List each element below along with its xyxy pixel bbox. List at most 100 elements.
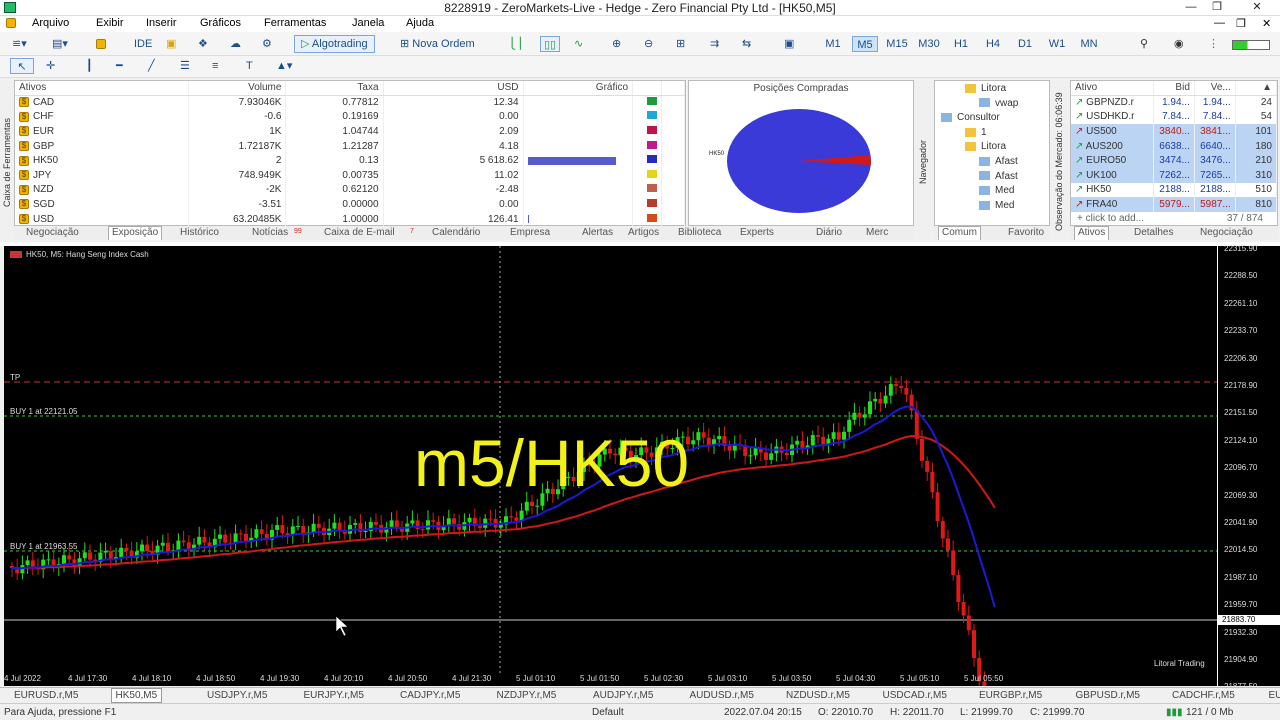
signal-icon[interactable]: ❖ — [198, 36, 208, 52]
navigator-item[interactable]: Med — [979, 185, 1014, 196]
tf-m5[interactable]: M5 — [852, 36, 878, 52]
toolbox-tab[interactable]: Negociação — [26, 227, 79, 238]
market-watch-row[interactable]: ↗ EURO50 3474... 3476... 210 — [1071, 153, 1278, 168]
exposure-row[interactable]: $ GBP 1.72187K 1.21287 4.18 — [15, 138, 685, 154]
mw-col-ask[interactable]: Ve... — [1194, 81, 1236, 96]
col-grafico[interactable]: Gráfico — [523, 81, 634, 96]
col-taxa[interactable]: Taxa — [285, 81, 384, 96]
market-watch-row[interactable]: ↗ AUS200 6638... 6640... 180 — [1071, 138, 1278, 154]
exposure-row[interactable]: $ USD 63.20485K 1.00000 126.41 — [15, 211, 685, 227]
tf-h4[interactable]: H4 — [980, 36, 1006, 52]
bar-chart-icon[interactable]: ⎩⎪ — [508, 36, 525, 52]
market-watch-row[interactable]: ↗ US500 3840... 3841... 101 — [1071, 124, 1278, 139]
menu-close-icon[interactable]: ✕ — [1262, 17, 1271, 30]
ide-button[interactable]: IDE — [134, 36, 152, 52]
toolbox-tab[interactable]: Calendário — [432, 227, 480, 238]
toolbox-tab[interactable]: Histórico — [180, 227, 219, 238]
account-icon[interactable]: ◉ — [1174, 36, 1184, 52]
toolbox-tab[interactable]: Empresa — [510, 227, 550, 238]
minimize-icon[interactable]: — — [1180, 0, 1202, 15]
menu-janela[interactable]: Janela — [352, 17, 384, 29]
chart-tab[interactable]: EURJPY.r,M5 — [304, 690, 364, 701]
mw-tab-detalhes[interactable]: Detalhes — [1134, 227, 1173, 238]
algotrading-button[interactable]: ▷ Algotrading — [294, 35, 375, 53]
tf-mn[interactable]: MN — [1076, 36, 1102, 52]
symbols-icon[interactable] — [96, 36, 110, 52]
chart-tab[interactable]: NZDJPY.r,M5 — [497, 690, 557, 701]
navigator-item[interactable]: Med — [979, 200, 1014, 211]
chart-tab[interactable]: HK50,M5 — [110, 688, 163, 703]
menu-ajuda[interactable]: Ajuda — [406, 17, 434, 29]
navigator-item[interactable]: Afast — [979, 156, 1018, 167]
col-usd[interactable]: USD — [383, 81, 524, 96]
nav-tab-favoritos[interactable]: Favorito — [1008, 227, 1044, 238]
menu-restore-icon[interactable]: ❐ — [1236, 17, 1246, 30]
chart-tab[interactable]: CADJPY.r,M5 — [400, 690, 460, 701]
menu-arquivo[interactable]: Arquivo — [32, 17, 69, 29]
navigator-item[interactable]: Consultor — [941, 112, 1000, 123]
toolbox-tab[interactable]: Diário — [816, 227, 842, 238]
mw-col-sort[interactable]: ▲ — [1235, 81, 1278, 96]
cursor-icon[interactable]: ↖ — [10, 58, 34, 74]
fibonacci-icon[interactable]: ≡ — [212, 58, 218, 74]
toolbox-tab[interactable]: Merc — [866, 227, 888, 238]
vps-icon[interactable]: ⚙ — [262, 36, 272, 52]
navigator-item[interactable]: vwap — [979, 98, 1018, 109]
mw-add-row[interactable]: + click to add... — [1077, 213, 1144, 224]
market-watch-row[interactable]: ↗ UK100 7262... 7265... 310 — [1071, 167, 1278, 183]
chart-tab[interactable]: NZDUSD.r,M5 — [786, 690, 850, 701]
candles-icon[interactable]: ▯▯ — [540, 36, 561, 52]
exposure-row[interactable]: $ CAD 7.93046K 0.77812 12.34 — [15, 95, 685, 110]
trendline-icon[interactable]: ╱ — [148, 58, 155, 74]
chart-tab[interactable]: AUDJPY.r,M5 — [593, 690, 653, 701]
menu-exibir[interactable]: Exibir — [96, 17, 124, 29]
chart-shift-icon[interactable]: ⇆ — [742, 36, 751, 52]
tf-m1[interactable]: M1 — [820, 36, 846, 52]
toolbox-tab[interactable]: Alertas — [582, 227, 613, 238]
market-watch-row[interactable]: ↗ GBPNZD.r 1.94... 1.94... 24 — [1071, 95, 1278, 110]
menu-minimize-icon[interactable]: — — [1214, 17, 1225, 29]
chart-tab[interactable]: USDJPY.r,M5 — [207, 690, 267, 701]
toolbox-tab[interactable]: Notícias — [252, 227, 288, 238]
search-icon[interactable]: ⚲ — [1140, 36, 1148, 52]
tf-m30[interactable]: M30 — [916, 36, 942, 52]
exposure-row[interactable]: $ CHF -0.6 0.19169 0.00 — [15, 109, 685, 125]
toolbox-tab[interactable]: Artigos — [628, 227, 659, 238]
horizontal-line-icon[interactable]: ━ — [116, 58, 123, 74]
zoom-in-icon[interactable]: ⊕ — [612, 36, 621, 52]
tf-w1[interactable]: W1 — [1044, 36, 1070, 52]
chart-tab[interactable]: AUDUSD.r,M5 — [690, 690, 754, 701]
vertical-line-icon[interactable]: ┃ — [86, 58, 93, 74]
tile-icon[interactable]: ⊞ — [676, 36, 685, 52]
menu-graficos[interactable]: Gráficos — [200, 17, 241, 29]
mw-col-bid[interactable]: Bid — [1153, 81, 1195, 96]
tf-h1[interactable]: H1 — [948, 36, 974, 52]
exposure-row[interactable]: $ SGD -3.51 0.00000 0.00 — [15, 197, 685, 212]
line-chart-icon[interactable]: ∿ — [574, 36, 583, 52]
screenshot-icon[interactable]: ▣ — [784, 36, 794, 52]
market-watch-row[interactable]: ↗ HK50 2188... 2188... 510 — [1071, 182, 1278, 198]
toolbox-tab[interactable]: Experts — [740, 227, 774, 238]
tf-d1[interactable]: D1 — [1012, 36, 1038, 52]
restore-icon[interactable]: ❐ — [1206, 0, 1228, 15]
chart-tab[interactable]: CADCHF.r,M5 — [1172, 690, 1235, 701]
price-chart[interactable]: HK50, M5: Hang Seng Index Cash TP BUY 1 … — [4, 246, 1217, 686]
chart-type-icon[interactable]: ≌▾ — [12, 36, 27, 52]
toolbox-tab[interactable]: Exposição — [108, 226, 163, 240]
exposure-row[interactable]: $ EUR 1K 1.04744 2.09 — [15, 124, 685, 139]
exposure-row[interactable]: $ JPY 748.949K 0.00735 11.02 — [15, 167, 685, 183]
navigator-item[interactable]: Afast — [979, 171, 1018, 182]
exposure-row[interactable]: $ NZD -2K 0.62120 -2.48 — [15, 182, 685, 198]
lock-icon[interactable]: ▣ — [166, 36, 176, 52]
mw-col-ativo[interactable]: Ativo — [1071, 81, 1155, 96]
menu-ferramentas[interactable]: Ferramentas — [264, 17, 326, 29]
menu-inserir[interactable]: Inserir — [146, 17, 177, 29]
text-icon[interactable]: T — [246, 58, 253, 74]
zoom-out-icon[interactable]: ⊖ — [644, 36, 653, 52]
navigator-item[interactable]: 1 — [965, 127, 987, 138]
chart-tab[interactable]: USDCAD.r,M5 — [883, 690, 947, 701]
col-volume[interactable]: Volume — [188, 81, 287, 96]
market-watch-row[interactable]: ↗ FRA40 5979... 5987... 810 — [1071, 197, 1278, 212]
close-icon[interactable]: ✕ — [1246, 0, 1268, 15]
mw-tab-negociacao[interactable]: Negociação — [1200, 227, 1253, 238]
